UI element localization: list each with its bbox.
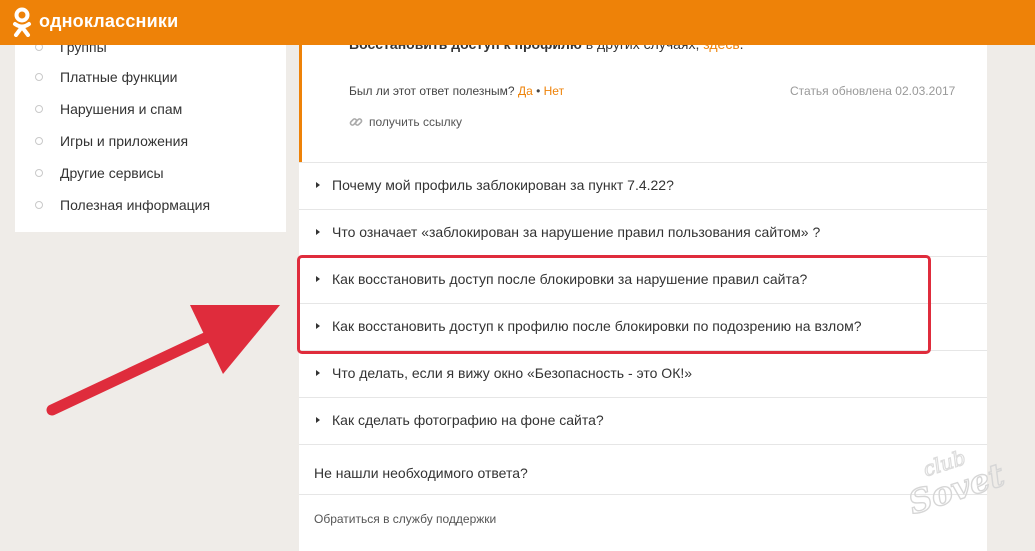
divider: [299, 494, 987, 495]
bullet-icon: [35, 137, 43, 145]
bullet-icon: [35, 201, 43, 209]
ok-logo-icon[interactable]: [12, 7, 32, 42]
red-arrow-icon: [46, 305, 280, 416]
active-article-marker: [299, 30, 302, 162]
faq-question-text: Что делать, если я вижу окно «Безопаснос…: [332, 365, 693, 381]
sidebar-item-label: Полезная информация: [60, 197, 211, 213]
bullet-triangle-icon: [316, 417, 320, 423]
sidebar-item-label: Другие сервисы: [60, 165, 164, 181]
bullet-icon: [35, 105, 43, 113]
sidebar-item-games-apps[interactable]: Игры и приложения: [15, 126, 286, 158]
chain-link-icon: [349, 118, 363, 126]
divider: [299, 397, 987, 398]
sidebar-item-label: Нарушения и спам: [60, 101, 183, 117]
helpful-label: Был ли этот ответ полезным?: [349, 84, 515, 98]
contact-support-link[interactable]: Обратиться в службу поддержки: [314, 512, 496, 526]
sidebar-item-label: Платные функции: [60, 69, 178, 85]
yes-link[interactable]: Да: [518, 84, 533, 98]
article-updated-date: Статья обновлена 02.03.2017: [790, 84, 956, 98]
top-bar: одноклассники: [0, 0, 1035, 45]
bullet-icon: [35, 169, 43, 177]
bullet-triangle-icon: [316, 229, 320, 235]
helpful-question: Был ли этот ответ полезным? Да • Нет: [349, 84, 564, 98]
get-link-button[interactable]: получить ссылку: [349, 115, 462, 129]
faq-question-link[interactable]: Почему мой профиль заблокирован за пункт…: [316, 177, 674, 193]
faq-question-link[interactable]: Что означает «заблокирован за нарушение …: [316, 224, 820, 240]
faq-question-link[interactable]: Что делать, если я вижу окно «Безопаснос…: [316, 365, 692, 381]
divider: [299, 444, 987, 445]
divider: [299, 209, 987, 210]
bullet-triangle-icon: [316, 182, 320, 188]
highlight-box: [297, 255, 931, 354]
sidebar-item-other-services[interactable]: Другие сервисы: [15, 158, 286, 190]
watermark-logo: club Sovet: [903, 445, 1008, 520]
bullet-triangle-icon: [316, 370, 320, 376]
faq-question-text: Что означает «заблокирован за нарушение …: [332, 224, 821, 240]
faq-question-text: Как сделать фотографию на фоне сайта?: [332, 412, 604, 428]
brand-name[interactable]: одноклассники: [39, 11, 178, 32]
faq-question-link[interactable]: Как сделать фотографию на фоне сайта?: [316, 412, 604, 428]
faq-question-text: Почему мой профиль заблокирован за пункт…: [332, 177, 674, 193]
sidebar: Группы Платные функции Нарушения и спам …: [15, 30, 286, 232]
sidebar-item-label: Игры и приложения: [60, 133, 189, 149]
bullet-icon: [35, 73, 43, 81]
sidebar-item-paid-features[interactable]: Платные функции: [15, 62, 286, 94]
no-link[interactable]: Нет: [544, 84, 564, 98]
bullet-separator: •: [532, 84, 544, 98]
sidebar-item-useful-info[interactable]: Полезная информация: [15, 190, 286, 222]
not-found-heading: Не нашли необходимого ответа?: [314, 465, 528, 481]
divider: [299, 162, 987, 163]
sidebar-item-violations-spam[interactable]: Нарушения и спам: [15, 94, 286, 126]
get-link-label: получить ссылку: [369, 115, 462, 129]
